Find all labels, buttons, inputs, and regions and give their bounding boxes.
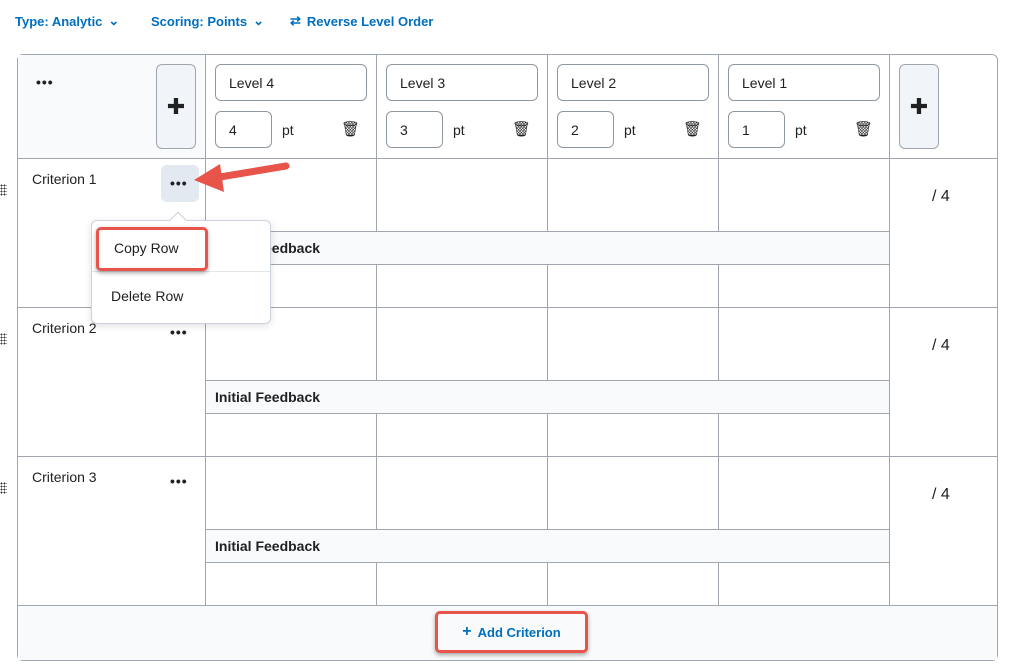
divider [376, 55, 377, 605]
criterion-name[interactable]: Criterion 1 [32, 171, 97, 187]
level-points-input[interactable]: 3 [386, 111, 443, 148]
add-level-left-button[interactable]: ✚ [156, 64, 196, 149]
level-name-input[interactable]: Level 1 [728, 64, 880, 101]
criterion-score: / 4 [932, 188, 950, 205]
pt-label: pt [624, 122, 636, 138]
scoring-dropdown[interactable]: Scoring: Points ⌄ [151, 13, 264, 29]
level-points-input[interactable]: 4 [215, 111, 272, 148]
reverse-label: Reverse Level Order [306, 13, 434, 29]
criterion-score: / 4 [932, 337, 950, 354]
annotation-arrow-icon [194, 162, 290, 192]
add-criterion-button[interactable]: + Add Criterion [435, 611, 588, 653]
level-name-input[interactable]: Level 3 [386, 64, 538, 101]
type-label: Type: Analytic [15, 13, 103, 29]
divider [889, 55, 890, 605]
level-name-input[interactable]: Level 4 [215, 64, 367, 101]
chevron-down-icon: ⌄ [108, 13, 120, 28]
plus-icon: ✚ [166, 93, 186, 119]
criterion-more-button[interactable]: ••• [170, 324, 188, 340]
divider [17, 456, 998, 457]
more-icon: ••• [170, 175, 188, 191]
swap-icon: ⇄ [290, 13, 301, 28]
trash-icon[interactable]: 🗑 [512, 120, 531, 138]
add-criterion-label: Add Criterion [477, 624, 561, 640]
feedback-label: Initial Feedback [206, 529, 889, 563]
divider [205, 55, 206, 605]
reverse-level-order-button[interactable]: ⇄ Reverse Level Order [290, 13, 433, 29]
header-more-icon[interactable]: ••• [36, 74, 54, 90]
add-level-right-button[interactable]: ✚ [899, 64, 939, 149]
drag-handle-icon[interactable] [0, 482, 7, 494]
divider [547, 55, 548, 605]
trash-icon[interactable]: 🗑 [683, 120, 702, 138]
type-dropdown[interactable]: Type: Analytic ⌄ [15, 13, 119, 29]
criterion-name[interactable]: Criterion 3 [32, 469, 97, 485]
row-context-menu: Copy Row Delete Row [91, 211, 271, 324]
menu-item-copy-row[interactable]: Copy Row [96, 227, 208, 271]
plus-icon: + [462, 623, 472, 640]
chevron-down-icon: ⌄ [253, 13, 264, 28]
drag-handle-icon[interactable] [0, 184, 7, 196]
pt-label: pt [795, 122, 807, 138]
level-name-input[interactable]: Level 2 [557, 64, 709, 101]
plus-icon: ✚ [909, 93, 929, 119]
level-points-input[interactable]: 2 [557, 111, 614, 148]
criterion-name[interactable]: Criterion 2 [32, 320, 97, 336]
trash-icon[interactable]: 🗑 [854, 120, 873, 138]
divider [17, 158, 998, 159]
menu-divider [92, 271, 270, 272]
divider [718, 55, 719, 605]
trash-icon[interactable]: 🗑 [341, 120, 360, 138]
drag-handle-icon[interactable] [0, 333, 7, 345]
pt-label: pt [453, 122, 465, 138]
feedback-label: Initial Feedback [206, 380, 889, 414]
feedback-label: Initial Feedback [206, 231, 889, 265]
menu-item-delete-row[interactable]: Delete Row [111, 288, 183, 304]
criterion-score: / 4 [932, 486, 950, 503]
level-points-input[interactable]: 1 [728, 111, 785, 148]
pt-label: pt [282, 122, 294, 138]
scoring-label: Scoring: Points [151, 13, 248, 29]
criterion-more-button[interactable]: ••• [170, 473, 188, 489]
